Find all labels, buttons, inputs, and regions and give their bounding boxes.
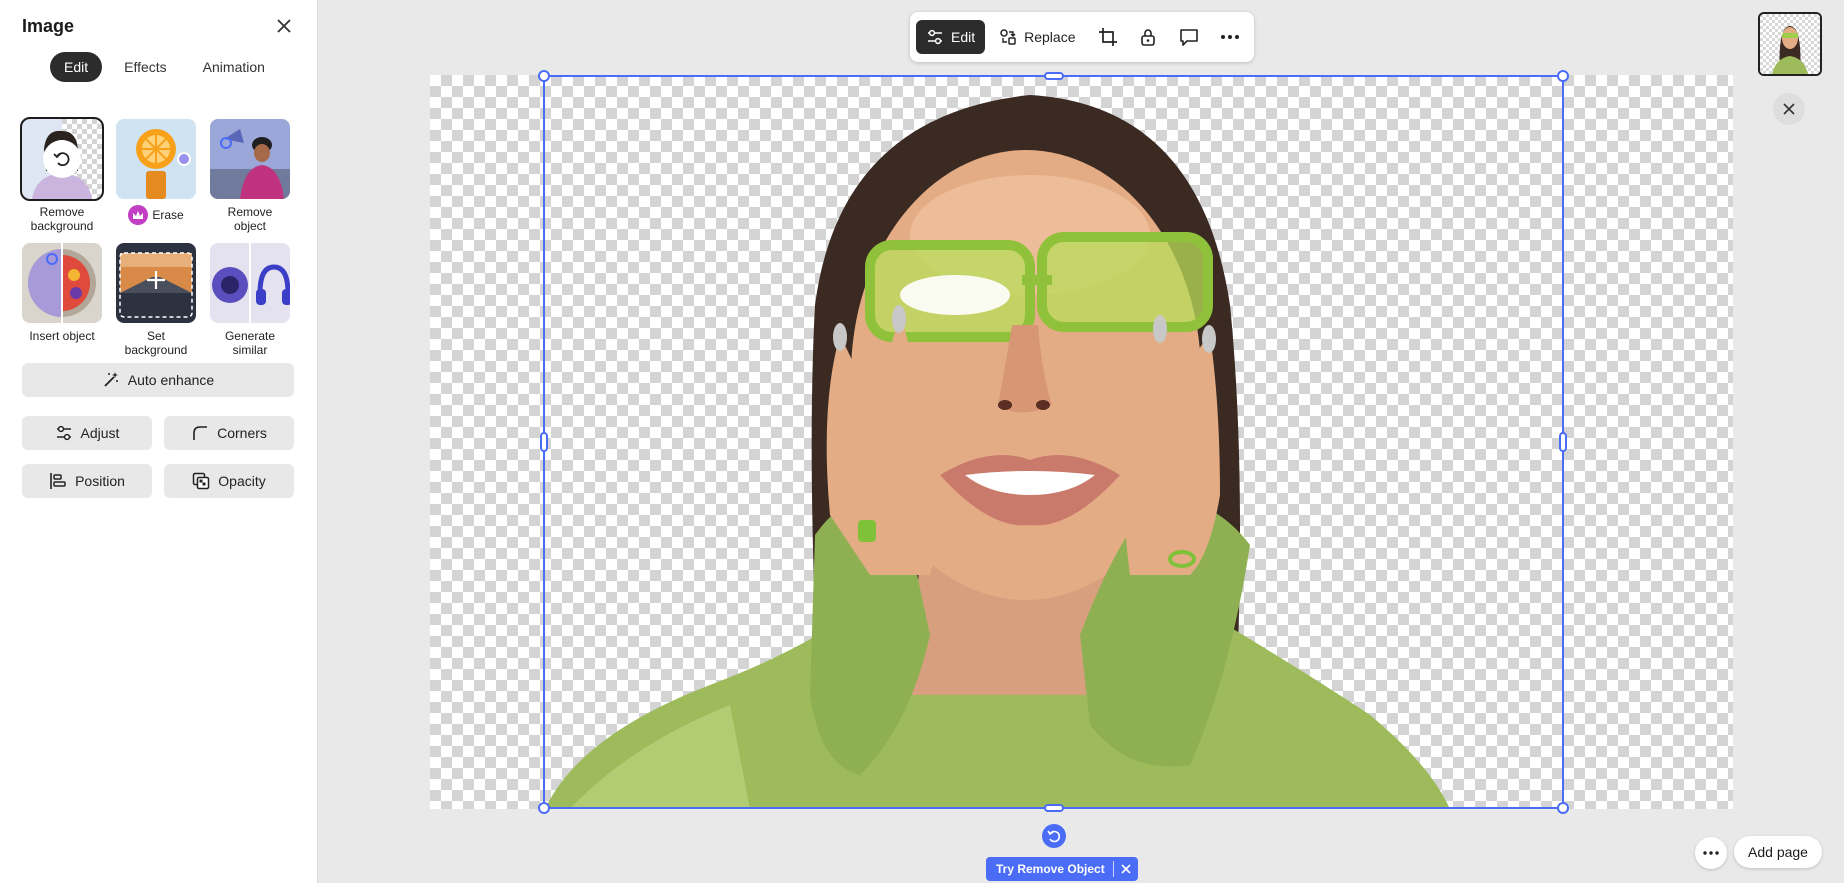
replace-label: Replace — [1024, 29, 1076, 45]
magic-wand-icon — [104, 372, 118, 387]
opacity-button[interactable]: Opacity — [164, 464, 294, 498]
dismiss-banner-button[interactable] — [1114, 857, 1138, 881]
remove-background-label: Remove background — [30, 205, 94, 233]
resize-handle-top-left[interactable] — [538, 70, 550, 82]
undo-icon — [43, 140, 81, 178]
set-background-label: Set background — [124, 329, 188, 357]
add-page-button[interactable]: Add page — [1734, 836, 1822, 868]
close-icon — [1783, 103, 1795, 115]
tab-edit[interactable]: Edit — [50, 52, 103, 82]
remove-background-thumbnail — [20, 117, 104, 201]
panel-tabs: Edit Effects Animation — [50, 52, 279, 82]
resize-handle-bottom-left[interactable] — [538, 802, 550, 814]
opacity-label: Opacity — [218, 473, 266, 489]
remove-object-label: Remove object — [227, 205, 273, 233]
crop-button[interactable] — [1090, 20, 1127, 54]
resize-handle-bottom[interactable] — [1044, 804, 1064, 812]
page-more-options-button[interactable] — [1695, 837, 1727, 869]
rotate-handle[interactable] — [1042, 824, 1066, 848]
remove-object-tool[interactable]: Remove object — [210, 119, 290, 233]
adjust-button[interactable]: Adjust — [22, 416, 152, 450]
sliders-icon — [56, 425, 71, 441]
resize-handle-bottom-right[interactable] — [1557, 802, 1569, 814]
erase-thumbnail — [116, 119, 196, 199]
insert-object-thumbnail — [22, 243, 102, 323]
close-page-button[interactable] — [1773, 93, 1805, 125]
close-icon — [277, 19, 291, 33]
context-toolbar: Edit Replace — [910, 12, 1254, 62]
opacity-icon — [193, 472, 210, 490]
adjust-label: Adjust — [80, 425, 120, 441]
lock-button[interactable] — [1130, 20, 1167, 54]
more-horizontal-icon — [1220, 35, 1239, 39]
more-horizontal-icon — [1703, 851, 1719, 855]
auto-enhance-button[interactable]: Auto enhance — [22, 363, 294, 397]
set-background-thumbnail — [116, 243, 196, 323]
sliders-icon — [928, 29, 942, 45]
replace-button[interactable]: Replace — [989, 20, 1085, 54]
resize-handle-left[interactable] — [540, 432, 548, 452]
close-panel-button[interactable] — [272, 14, 296, 38]
auto-enhance-label: Auto enhance — [127, 372, 215, 388]
position-button[interactable]: Position — [22, 464, 152, 498]
insert-object-label: Insert object — [29, 329, 95, 343]
rotate-icon — [1047, 830, 1061, 843]
generate-similar-label: Generate similar — [224, 329, 276, 357]
crop-icon — [1098, 28, 1117, 46]
tab-animation[interactable]: Animation — [189, 52, 279, 82]
comment-button[interactable] — [1171, 20, 1208, 54]
corners-label: Corners — [217, 425, 267, 441]
try-remove-object-button[interactable]: Try Remove Object — [986, 862, 1113, 876]
erase-tool[interactable]: Erase — [116, 119, 196, 233]
edit-label: Edit — [951, 29, 976, 45]
erase-label: Erase — [152, 208, 184, 222]
remove-background-tool[interactable]: Remove background — [20, 117, 104, 233]
comment-icon — [1180, 29, 1198, 46]
panel-title: Image — [22, 16, 75, 36]
cutout-photo[interactable] — [430, 75, 1733, 809]
artboard[interactable] — [430, 75, 1733, 809]
edit-button[interactable]: Edit — [916, 20, 986, 54]
corners-button[interactable]: Corners — [164, 416, 294, 450]
resize-handle-top-right[interactable] — [1557, 70, 1569, 82]
align-left-icon — [50, 473, 66, 489]
remove-object-thumbnail — [210, 119, 290, 199]
insert-object-tool[interactable]: Insert object — [22, 243, 102, 357]
corner-radius-icon — [193, 426, 208, 440]
lock-icon — [1141, 29, 1156, 46]
tab-effects[interactable]: Effects — [110, 52, 181, 82]
more-options-button[interactable] — [1211, 20, 1248, 54]
replace-icon — [1000, 29, 1016, 45]
crown-icon — [128, 205, 149, 225]
quick-actions-grid: Remove background Erase Remove object In… — [20, 117, 290, 357]
page-thumbnail[interactable] — [1758, 12, 1822, 76]
set-background-tool[interactable]: Set background — [116, 243, 196, 357]
generate-similar-thumbnail — [210, 243, 290, 323]
try-remove-object-banner: Try Remove Object — [986, 857, 1138, 881]
close-icon — [1121, 864, 1131, 874]
position-label: Position — [75, 473, 125, 489]
generate-similar-tool[interactable]: Generate similar — [210, 243, 290, 357]
resize-handle-right[interactable] — [1559, 432, 1567, 452]
resize-handle-top[interactable] — [1044, 72, 1064, 80]
image-properties-panel: Image Edit Effects Animation Remove back… — [0, 0, 318, 883]
